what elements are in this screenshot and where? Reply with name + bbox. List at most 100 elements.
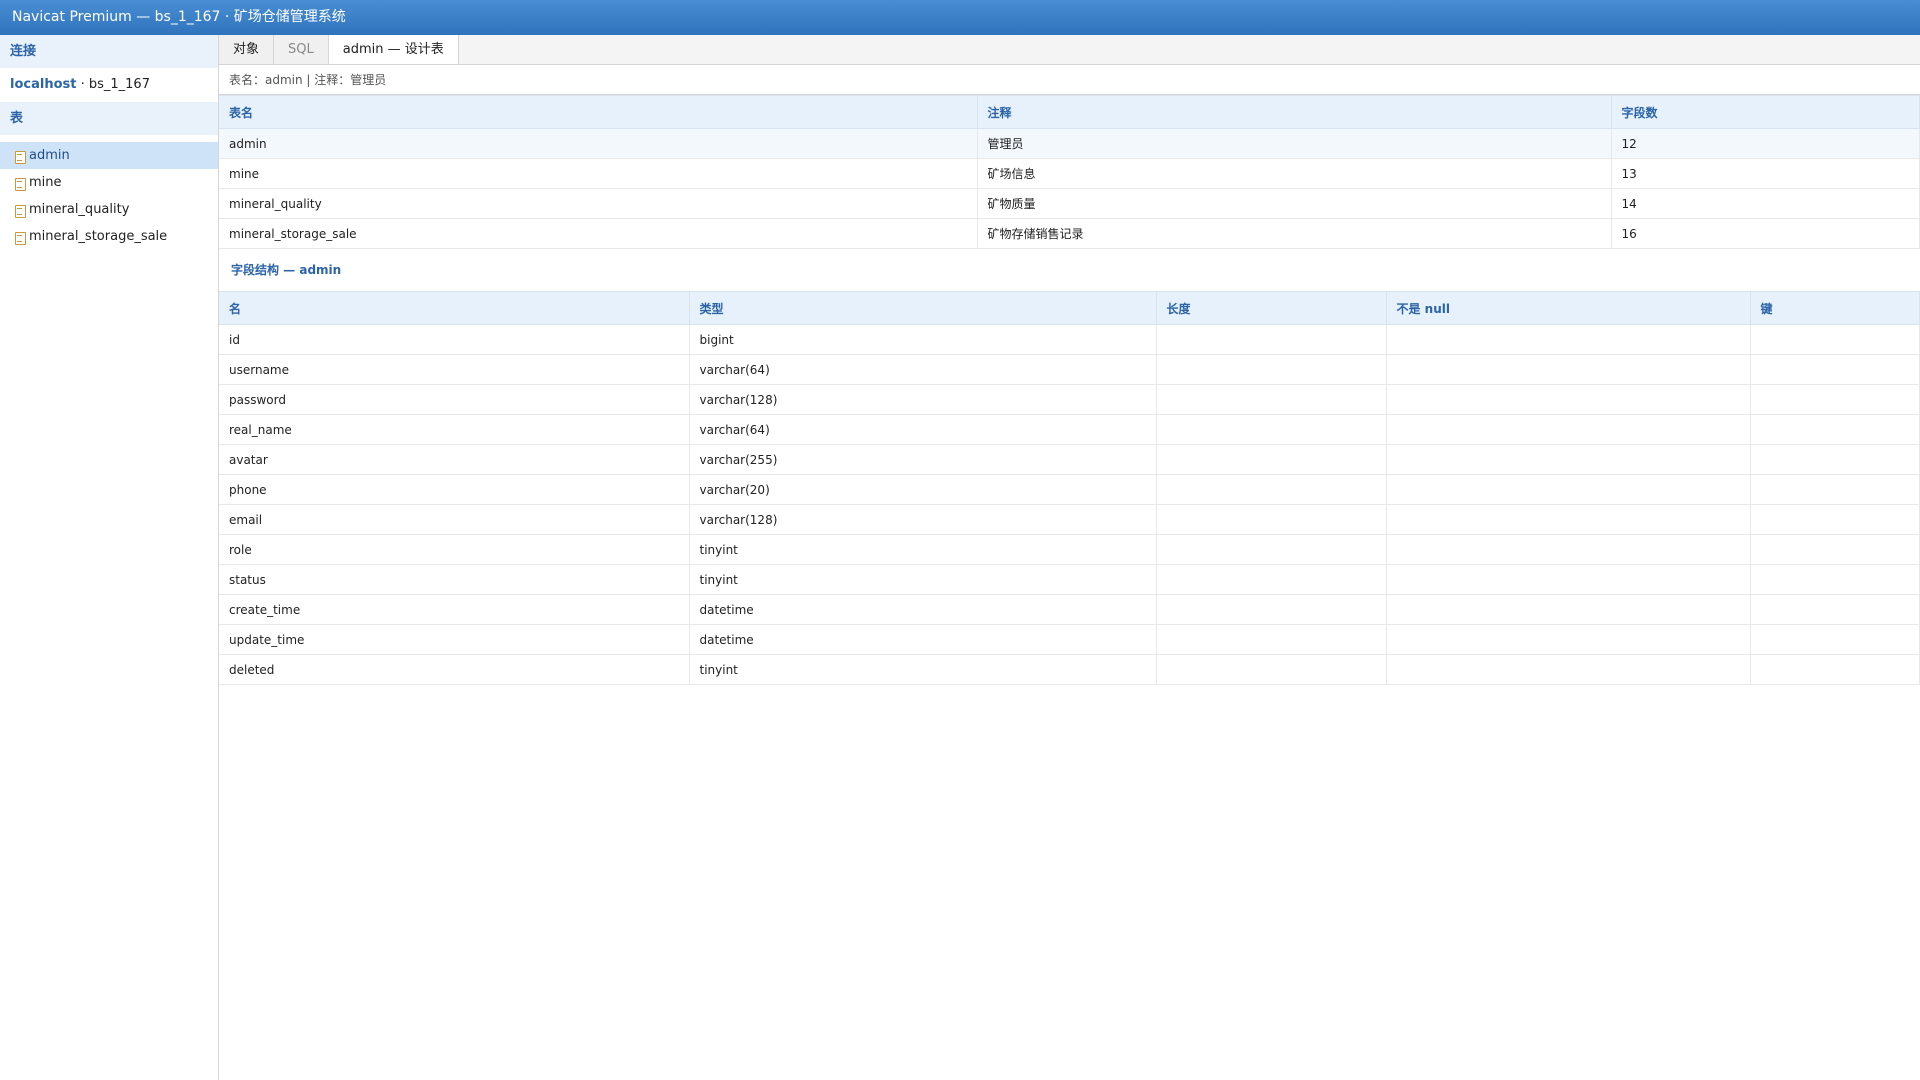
table-row[interactable]: admin 管理员 12 [219, 128, 1920, 159]
table-icon [14, 177, 26, 191]
column-header-comment[interactable]: 注释 [977, 95, 1612, 129]
cell-not-null [1386, 564, 1751, 595]
field-row[interactable]: username varchar(64) [219, 354, 1920, 385]
field-row[interactable]: avatar varchar(255) [219, 444, 1920, 475]
cell-length [1156, 324, 1387, 355]
fields-body: id bigint username varchar(64) password varch… [219, 324, 1920, 685]
main-panel: 对象 SQL admin — 设计表 表名：admin | 注释：管理员 表名 … [219, 35, 1920, 1080]
cell-not-null [1386, 384, 1751, 415]
cell-not-null [1386, 414, 1751, 445]
table-row[interactable]: mine 矿场信息 13 [219, 158, 1920, 189]
field-structure-title: 字段结构 — admin [231, 263, 342, 277]
field-row[interactable]: update_time datetime [219, 624, 1920, 655]
table-row[interactable]: mineral_storage_sale 矿物存储销售记录 16 [219, 218, 1920, 249]
tab-objects[interactable]: 对象 [219, 35, 275, 64]
tab-design-table[interactable]: admin — 设计表 [328, 35, 459, 64]
cell-length [1156, 534, 1387, 565]
cell-type: varchar(255) [689, 444, 1157, 475]
cell-name: role [219, 534, 690, 565]
fields-header-row: 名 类型 长度 不是 null 键 [219, 291, 1920, 325]
cell-length [1156, 504, 1387, 535]
field-row[interactable]: password varchar(128) [219, 384, 1920, 415]
field-row[interactable]: status tinyint [219, 564, 1920, 595]
cell-table-name: mineral_storage_sale [219, 218, 978, 249]
cell-not-null [1386, 624, 1751, 655]
connection-database: · bs_1_167 [76, 77, 150, 92]
cell-length [1156, 384, 1387, 415]
cell-not-null [1386, 354, 1751, 385]
cell-type: tinyint [689, 564, 1157, 595]
column-header-length[interactable]: 长度 [1156, 291, 1387, 325]
cell-length [1156, 564, 1387, 595]
cell-type: varchar(128) [689, 384, 1157, 415]
column-header-name[interactable]: 名 [219, 291, 690, 325]
field-row[interactable]: email varchar(128) [219, 504, 1920, 535]
cell-key [1750, 444, 1920, 475]
field-row[interactable]: real_name varchar(64) [219, 414, 1920, 445]
cell-type: datetime [689, 594, 1157, 625]
cell-not-null [1386, 654, 1751, 685]
cell-table-name: admin [219, 128, 978, 159]
field-row[interactable]: phone varchar(20) [219, 474, 1920, 505]
sidebar-item-mineral-storage-sale[interactable]: mineral_storage_sale [0, 223, 218, 250]
field-row[interactable]: create_time datetime [219, 594, 1920, 625]
cell-key [1750, 564, 1920, 595]
cell-name: real_name [219, 414, 690, 445]
cell-name: username [219, 354, 690, 385]
column-header-not-null[interactable]: 不是 null [1386, 291, 1751, 325]
sidebar-item-mineral-quality[interactable]: mineral_quality [0, 196, 218, 223]
cell-length [1156, 474, 1387, 505]
field-row[interactable]: id bigint [219, 324, 1920, 355]
table-info-bar: 表名：admin | 注释：管理员 [219, 65, 1920, 95]
field-row[interactable]: deleted tinyint [219, 654, 1920, 685]
connection-item[interactable]: localhost · bs_1_167 [0, 68, 218, 102]
sidebar-item-label: mineral_storage_sale [29, 229, 168, 244]
table-icon [14, 204, 26, 218]
cell-key [1750, 504, 1920, 535]
field-row[interactable]: role tinyint [219, 534, 1920, 565]
cell-table-name: mineral_quality [219, 188, 978, 219]
cell-not-null [1386, 534, 1751, 565]
cell-not-null [1386, 324, 1751, 355]
sidebar: 连接 localhost · bs_1_167 表 admin mine min… [0, 35, 219, 1080]
table-row[interactable]: mineral_quality 矿物质量 14 [219, 188, 1920, 219]
cell-type: datetime [689, 624, 1157, 655]
sidebar-item-mine[interactable]: mine [0, 169, 218, 196]
cell-type: tinyint [689, 534, 1157, 565]
column-header-field-count[interactable]: 字段数 [1611, 95, 1920, 129]
connection-header: 连接 [0, 35, 218, 68]
table-header-row: 表名 注释 字段数 [219, 95, 1920, 129]
tables-header: 表 [0, 102, 218, 135]
cell-key [1750, 594, 1920, 625]
cell-name: update_time [219, 624, 690, 655]
cell-comment: 矿物存储销售记录 [977, 218, 1612, 249]
cell-name: deleted [219, 654, 690, 685]
cell-name: phone [219, 474, 690, 505]
cell-key [1750, 474, 1920, 505]
column-header-table-name[interactable]: 表名 [219, 95, 978, 129]
cell-not-null [1386, 444, 1751, 475]
tables-grid: 表名 注释 字段数 admin 管理员 12 mine 矿场信息 13 mine… [219, 95, 1920, 249]
fields-grid: 名 类型 长度 不是 null 键 id bigint username varcha… [219, 291, 1920, 685]
cell-name: password [219, 384, 690, 415]
cell-comment: 矿场信息 [977, 158, 1612, 189]
cell-name: create_time [219, 594, 690, 625]
cell-name: status [219, 564, 690, 595]
cell-name: email [219, 504, 690, 535]
cell-key [1750, 384, 1920, 415]
cell-length [1156, 444, 1387, 475]
cell-key [1750, 354, 1920, 385]
cell-not-null [1386, 594, 1751, 625]
column-header-type[interactable]: 类型 [689, 291, 1157, 325]
cell-type: varchar(128) [689, 504, 1157, 535]
cell-field-count: 13 [1611, 158, 1920, 189]
cell-not-null [1386, 474, 1751, 505]
tab-sql[interactable]: SQL [274, 35, 329, 64]
cell-length [1156, 654, 1387, 685]
cell-type: varchar(20) [689, 474, 1157, 505]
cell-name: id [219, 324, 690, 355]
cell-field-count: 16 [1611, 218, 1920, 249]
column-header-key[interactable]: 键 [1750, 291, 1920, 325]
cell-field-count: 14 [1611, 188, 1920, 219]
sidebar-item-admin[interactable]: admin [0, 142, 218, 169]
